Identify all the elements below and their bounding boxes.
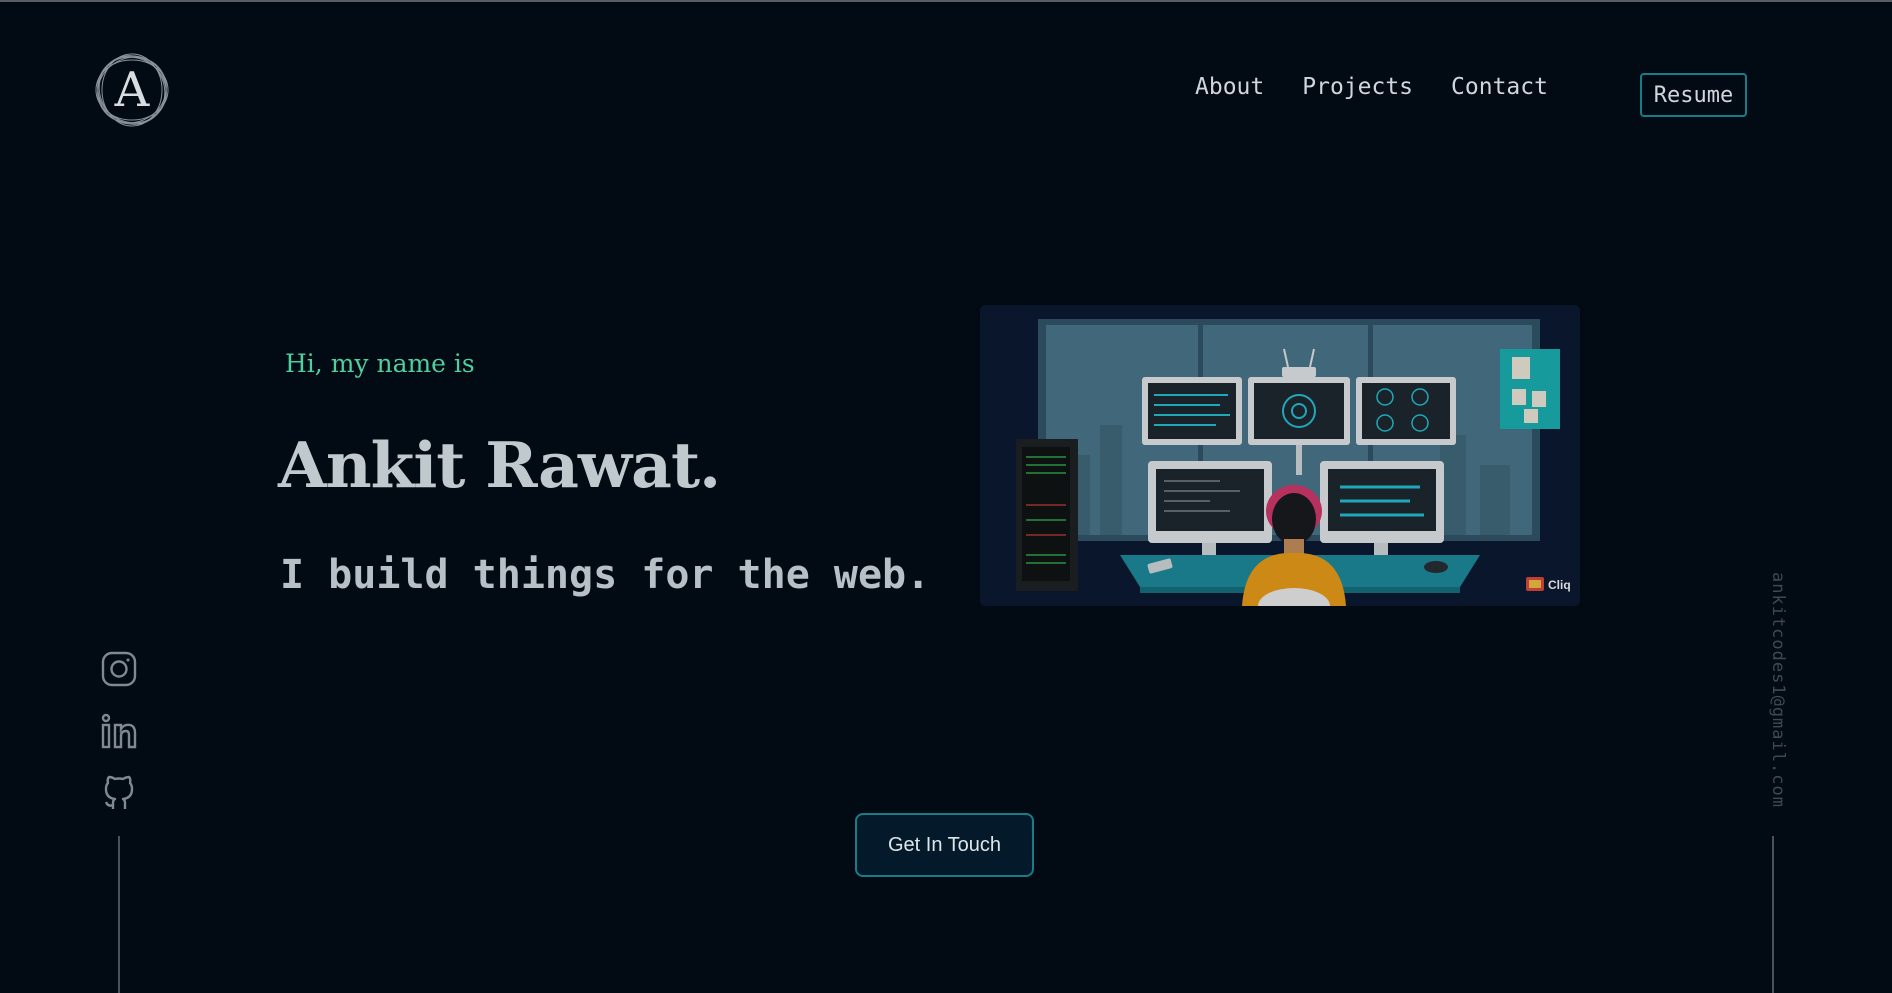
hero-tagline: I build things for the web.	[280, 552, 931, 598]
right-vertical-line	[1772, 836, 1774, 993]
email-link[interactable]: ankitcodes1@gmail.com	[1758, 572, 1788, 832]
hero-greeting: Hi, my name is	[285, 349, 475, 378]
logo[interactable]: A	[94, 52, 170, 128]
nav-contact[interactable]: Contact	[1451, 74, 1548, 100]
hero-name: Ankit Rawat.	[278, 428, 721, 502]
resume-button[interactable]: Resume	[1640, 73, 1747, 117]
github-icon[interactable]	[100, 774, 138, 812]
main-nav: About Projects Contact	[1195, 74, 1548, 100]
nav-about[interactable]: About	[1195, 74, 1264, 100]
left-vertical-line	[118, 836, 120, 993]
hero-illustration: Cliq	[980, 305, 1580, 606]
social-links	[100, 650, 140, 836]
developer-workstation-illustration: Cliq	[980, 305, 1580, 606]
instagram-icon[interactable]	[100, 650, 138, 688]
top-border	[0, 0, 1892, 2]
logo-letter: A	[114, 62, 150, 118]
linkedin-icon[interactable]	[100, 712, 138, 750]
nav-projects[interactable]: Projects	[1302, 74, 1413, 100]
get-in-touch-button[interactable]: Get In Touch	[855, 813, 1034, 877]
